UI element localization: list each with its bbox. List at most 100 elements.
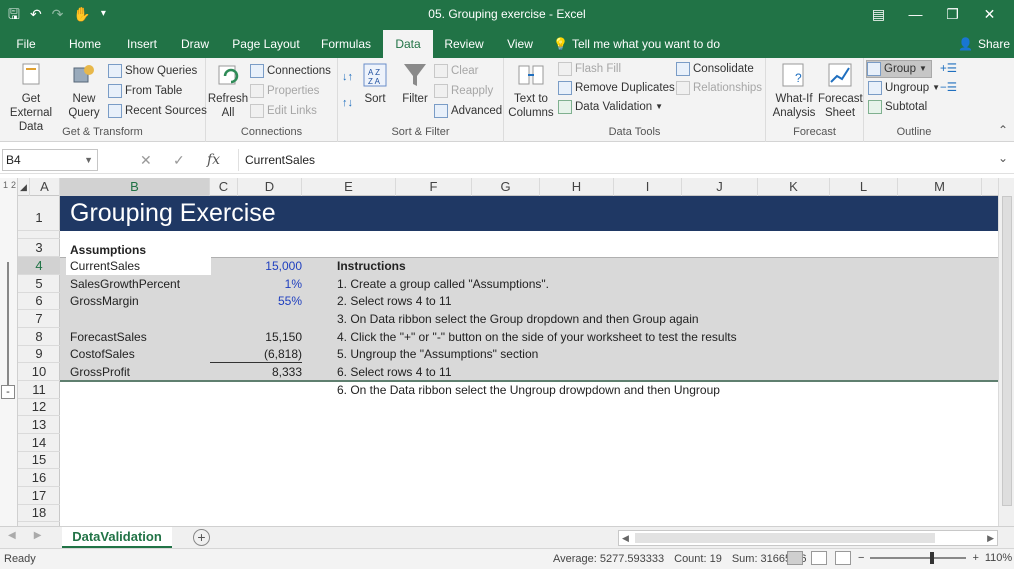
col-header-c[interactable]: C: [210, 178, 238, 196]
horizontal-scroll-thumb[interactable]: [635, 533, 935, 543]
group-button[interactable]: Group ▼: [866, 60, 932, 78]
ribbon-display-options-icon[interactable]: ▤: [860, 3, 897, 25]
row-header[interactable]: 5: [18, 275, 60, 293]
row-header[interactable]: 9: [18, 345, 60, 363]
col-header-k[interactable]: K: [758, 178, 830, 196]
cell-b10[interactable]: GrossProfit: [70, 364, 130, 381]
ungroup-button[interactable]: Ungroup ▼: [868, 79, 940, 97]
row-header[interactable]: 4: [18, 257, 60, 275]
subtotal-button[interactable]: Subtotal: [868, 98, 927, 116]
col-header-m[interactable]: M: [898, 178, 982, 196]
tab-page-layout[interactable]: Page Layout: [226, 30, 306, 58]
sheet-tab-datavalidation[interactable]: DataValidation: [62, 527, 172, 548]
vertical-scrollbar[interactable]: [998, 178, 1014, 526]
normal-view-icon[interactable]: [787, 551, 803, 565]
restore-icon[interactable]: ❐: [934, 3, 971, 25]
consolidate-button[interactable]: Consolidate: [676, 60, 754, 78]
col-header-i[interactable]: I: [614, 178, 682, 196]
connections-button[interactable]: Connections: [250, 62, 331, 80]
cancel-icon[interactable]: ✕: [140, 149, 152, 171]
tab-draw[interactable]: Draw: [172, 30, 218, 58]
tab-formulas[interactable]: Formulas: [314, 30, 378, 58]
col-header-l[interactable]: L: [830, 178, 898, 196]
recent-sources-button[interactable]: Recent Sources: [108, 102, 207, 120]
next-sheet-icon[interactable]: ▶: [34, 530, 42, 541]
col-header-e[interactable]: E: [302, 178, 396, 196]
clear-button[interactable]: Clear: [434, 62, 478, 80]
expand-formula-bar-icon[interactable]: ⌄: [998, 151, 1008, 165]
row-header[interactable]: 8: [18, 328, 60, 346]
from-table-button[interactable]: From Table: [108, 82, 182, 100]
row-header[interactable]: 13: [18, 416, 60, 434]
instruction-6[interactable]: 6. Select rows 4 to 11: [337, 364, 452, 381]
get-external-data-button[interactable]: Get External Data: [0, 60, 62, 134]
col-header-b[interactable]: B: [60, 178, 210, 196]
text-to-columns-button[interactable]: Text to Columns: [506, 60, 556, 120]
row-header[interactable]: 11: [18, 381, 60, 399]
insert-function-icon[interactable]: fx: [207, 149, 220, 171]
sort-button[interactable]: A ZZ A Sort: [358, 60, 392, 106]
instruction-1[interactable]: 1. Create a group called "Assumptions".: [337, 276, 549, 293]
col-header-g[interactable]: G: [472, 178, 540, 196]
filter-button[interactable]: Filter: [396, 60, 434, 106]
cell-d5[interactable]: 1%: [220, 276, 302, 293]
col-header-a[interactable]: A: [30, 178, 60, 196]
col-header-f[interactable]: F: [396, 178, 472, 196]
col-header-d[interactable]: D: [238, 178, 302, 196]
instruction-2[interactable]: 2. Select rows 4 to 11: [337, 293, 452, 310]
tab-home[interactable]: Home: [60, 30, 110, 58]
show-queries-button[interactable]: Show Queries: [108, 62, 197, 80]
tab-data[interactable]: Data: [383, 30, 433, 58]
row-header[interactable]: 10: [18, 363, 60, 381]
zoom-in-icon[interactable]: +: [972, 552, 978, 564]
col-header-j[interactable]: J: [682, 178, 758, 196]
name-box[interactable]: B4 ▼: [2, 149, 98, 171]
outline-level-2[interactable]: 2: [11, 180, 16, 190]
forecast-sheet-button[interactable]: Forecast Sheet: [818, 60, 863, 120]
selection-stats[interactable]: Average: 5277.593333 Count: 19 Sum: 3166…: [553, 553, 806, 565]
hide-detail-icon[interactable]: −☰: [940, 79, 957, 97]
instruction-4[interactable]: 4. Click the "+" or "-" button on the si…: [337, 329, 737, 346]
properties-button[interactable]: Properties: [250, 82, 319, 100]
edit-links-button[interactable]: Edit Links: [250, 102, 317, 120]
close-icon[interactable]: ✕: [971, 3, 1008, 25]
cell-b8[interactable]: ForecastSales: [70, 329, 147, 346]
row-header[interactable]: 3: [18, 239, 60, 257]
what-if-analysis-button[interactable]: ? What-If Analysis: [768, 60, 820, 120]
tab-view[interactable]: View: [501, 30, 539, 58]
zoom-slider[interactable]: [870, 552, 967, 564]
refresh-all-button[interactable]: Refresh All: [206, 60, 250, 120]
outline-level-1[interactable]: 1: [3, 180, 8, 190]
instruction-5[interactable]: 5. Ungroup the "Assumptions" section: [337, 346, 538, 363]
collapse-group-button[interactable]: -: [1, 385, 15, 399]
select-all-corner[interactable]: ◢: [18, 178, 30, 196]
minimize-icon[interactable]: —: [897, 3, 934, 25]
row-header[interactable]: 18: [18, 504, 60, 522]
cell-b9[interactable]: CostofSales: [70, 346, 135, 363]
row-header[interactable]: 6: [18, 292, 60, 310]
instruction-7[interactable]: 6. On the Data ribbon select the Ungroup…: [337, 382, 720, 399]
formula-input[interactable]: CurrentSales: [238, 149, 998, 171]
row-header[interactable]: 1: [18, 196, 60, 231]
cell-d4[interactable]: 15,000: [220, 258, 302, 275]
row-header[interactable]: 15: [18, 451, 60, 469]
scroll-right-icon[interactable]: ▶: [987, 531, 994, 545]
sort-az-button[interactable]: ↓↑: [342, 68, 353, 86]
vertical-scroll-thumb[interactable]: [1002, 196, 1012, 506]
cell-d9[interactable]: (6,818): [220, 346, 302, 363]
cell-b6[interactable]: GrossMargin: [70, 293, 139, 310]
collapse-ribbon-icon[interactable]: ⌃: [998, 123, 1008, 137]
cell-b5[interactable]: SalesGrowthPercent: [70, 276, 180, 293]
row-header-hidden[interactable]: [18, 231, 60, 239]
remove-duplicates-button[interactable]: Remove Duplicates: [558, 79, 675, 97]
row-header[interactable]: 17: [18, 487, 60, 505]
data-validation-button[interactable]: Data Validation ▼: [558, 98, 663, 116]
zoom-out-icon[interactable]: −: [858, 552, 864, 564]
zoom-slider-knob[interactable]: [930, 552, 935, 564]
flash-fill-button[interactable]: Flash Fill: [558, 60, 621, 78]
tell-me-box[interactable]: 💡 Tell me what you want to do: [553, 30, 720, 58]
cell-d10[interactable]: 8,333: [220, 364, 302, 381]
col-header-h[interactable]: H: [540, 178, 614, 196]
add-sheet-icon[interactable]: +: [193, 529, 210, 546]
prev-sheet-icon[interactable]: ◀: [8, 530, 16, 541]
